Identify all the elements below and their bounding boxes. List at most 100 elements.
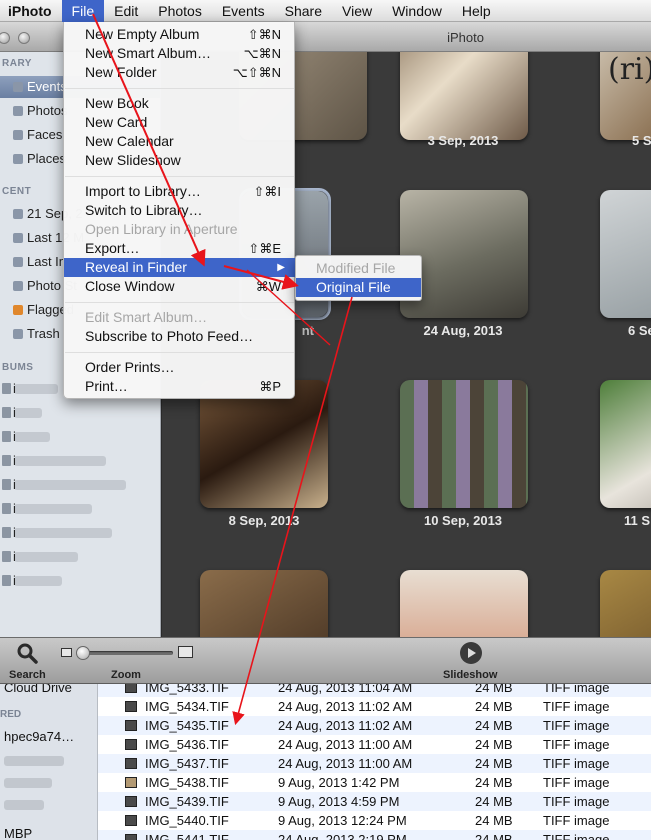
search-button[interactable]: Search — [6, 640, 50, 682]
album-initial: i — [13, 501, 16, 516]
menu-item-order-prints[interactable]: Order Prints… — [64, 358, 295, 377]
menu-item-original-file[interactable]: Original File — [296, 278, 421, 297]
album-item[interactable]: i — [0, 450, 160, 472]
album-icon — [2, 455, 11, 466]
finder-sidebar-icloud-drive[interactable]: Cloud Drive — [4, 684, 72, 695]
blurred-album-name — [14, 384, 58, 394]
album-item[interactable]: i — [0, 498, 160, 520]
menu-item-modified-file: Modified File — [316, 260, 396, 276]
blurred-album-name — [14, 504, 92, 514]
album-item[interactable]: i — [0, 570, 160, 592]
album-item[interactable]: i — [0, 546, 160, 568]
album-initial: i — [13, 405, 16, 420]
menu-item-new-slideshow[interactable]: New Slideshow — [64, 151, 295, 170]
event-caption: 6 Se — [628, 323, 651, 338]
album-icon — [2, 527, 11, 538]
menu-item-reveal-in-finder[interactable]: Reveal in Finder ▶ — [64, 258, 295, 277]
menu-help[interactable]: Help — [452, 0, 501, 22]
trash-icon — [13, 329, 23, 339]
album-icon — [2, 551, 11, 562]
menu-window[interactable]: Window — [382, 0, 452, 22]
event-thumbnail[interactable] — [600, 570, 651, 637]
search-label: Search — [9, 669, 46, 681]
album-initial: i — [13, 477, 16, 492]
event-thumbnail[interactable] — [400, 380, 528, 508]
clock-icon — [13, 257, 23, 267]
reveal-in-finder-submenu: Modified File Original File — [295, 255, 422, 301]
file-row[interactable]: IMG_5440.TIF 9 Aug, 2013 12:24 PM 24 MB TIF… — [98, 811, 651, 830]
album-item[interactable]: i — [0, 522, 160, 544]
menu-item-print[interactable]: Print… ⌘P — [64, 377, 295, 396]
album-initial: i — [13, 549, 16, 564]
menu-item-new-card[interactable]: New Card — [64, 113, 295, 132]
file-row[interactable]: IMG_5437.TIF 24 Aug, 2013 11:00 AM 24 MB TI… — [98, 754, 651, 773]
menu-separator — [65, 352, 294, 353]
faces-icon — [13, 130, 23, 140]
album-item[interactable]: i — [0, 426, 160, 448]
file-row[interactable]: IMG_5435.TIF 24 Aug, 2013 11:02 AM 24 MB TI… — [98, 716, 651, 735]
logo-text: (ri) — [608, 52, 651, 87]
calendar-icon — [13, 233, 23, 243]
photos-icon — [13, 106, 23, 116]
event-thumbnail[interactable] — [400, 52, 528, 140]
play-icon — [460, 642, 482, 664]
tif-file-icon — [125, 758, 137, 769]
recent-header: CENT — [2, 186, 32, 197]
zoom-slider-knob[interactable] — [76, 646, 90, 660]
album-item[interactable]: i — [0, 474, 160, 496]
event-thumbnail[interactable] — [600, 380, 651, 508]
menu-item-new-empty-album[interactable]: New Empty Album ⇧⌘N — [64, 25, 295, 44]
albums-header: BUMS — [2, 362, 34, 373]
file-row[interactable]: IMG_5436.TIF 24 Aug, 2013 11:00 AM 24 MB TI… — [98, 735, 651, 754]
file-row[interactable]: IMG_5441.TIF 24 Aug, 2013 2:19 PM 24 MB TIF… — [98, 830, 651, 840]
menu-item-subscribe-to-photo-feed[interactable]: Subscribe to Photo Feed… — [64, 327, 295, 346]
file-row[interactable]: IMG_5434.TIF 24 Aug, 2013 11:02 AM 24 MB TI… — [98, 697, 651, 716]
album-icon — [2, 503, 11, 514]
event-thumbnail[interactable] — [200, 570, 328, 637]
blurred-album-name — [14, 552, 78, 562]
album-item[interactable]: i — [0, 402, 160, 424]
menu-photos[interactable]: Photos — [148, 0, 212, 22]
finder-sidebar: Cloud Drive RED hpec9a74… MBP — [0, 684, 98, 840]
finder-sidebar-mbp[interactable]: MBP — [4, 826, 32, 840]
menu-item-new-calendar[interactable]: New Calendar — [64, 132, 295, 151]
menu-item-new-folder[interactable]: New Folder ⌥⇧⌘N — [64, 63, 295, 82]
file-row[interactable]: IMG_5438.TIF 9 Aug, 2013 1:42 PM 24 MB TIFF… — [98, 773, 651, 792]
blurred-album-name — [14, 432, 50, 442]
menu-bar: iPhoto File Edit Photos Events Share Vie… — [0, 0, 651, 22]
event-caption: 8 Sep, 2013 — [228, 513, 300, 528]
event-thumbnail[interactable]: (ri) — [600, 52, 651, 140]
menu-item-import-to-library[interactable]: Import to Library… ⇧⌘I — [64, 182, 295, 201]
blurred-sidebar-item — [4, 800, 44, 810]
album-icon — [2, 383, 11, 394]
menu-iphoto[interactable]: iPhoto — [0, 0, 62, 22]
menu-events[interactable]: Events — [212, 0, 275, 22]
blurred-album-name — [14, 480, 126, 490]
menu-item-switch-to-library[interactable]: Switch to Library… — [64, 201, 295, 220]
menu-edit[interactable]: Edit — [104, 0, 148, 22]
file-row[interactable]: IMG_5439.TIF 9 Aug, 2013 4:59 PM 24 MB TIFF… — [98, 792, 651, 811]
menu-item-new-book[interactable]: New Book — [64, 94, 295, 113]
event-caption: 10 Sep, 2013 — [423, 513, 503, 528]
album-initial: i — [13, 453, 16, 468]
menu-share[interactable]: Share — [275, 0, 332, 22]
event-thumbnail[interactable] — [600, 190, 651, 318]
zoom-slider[interactable] — [76, 646, 173, 660]
zoom-label: Zoom — [111, 669, 141, 681]
flag-icon — [13, 305, 23, 315]
menu-item-export[interactable]: Export… ⇧⌘E — [64, 239, 295, 258]
finder-sidebar-shared-device[interactable]: hpec9a74… — [4, 729, 74, 744]
menu-view[interactable]: View — [332, 0, 382, 22]
slideshow-button[interactable]: Slideshow — [440, 640, 502, 682]
menu-item-new-smart-album[interactable]: New Smart Album… ⌥⌘N — [64, 44, 295, 63]
bottom-toolbar: Search Zoom Slideshow — [0, 637, 651, 684]
event-thumbnail[interactable] — [200, 380, 328, 508]
event-thumbnail[interactable] — [400, 570, 528, 637]
album-icon — [2, 407, 11, 418]
blurred-sidebar-item — [4, 756, 64, 766]
blurred-album-name — [14, 408, 42, 418]
menu-file[interactable]: File — [61, 0, 105, 22]
menu-item-close-window[interactable]: Close Window ⌘W — [64, 277, 295, 296]
album-initial: i — [13, 429, 16, 444]
file-row[interactable]: IMG_5433.TIF 24 Aug, 2013 11:04 AM 24 MB TI… — [98, 684, 651, 697]
